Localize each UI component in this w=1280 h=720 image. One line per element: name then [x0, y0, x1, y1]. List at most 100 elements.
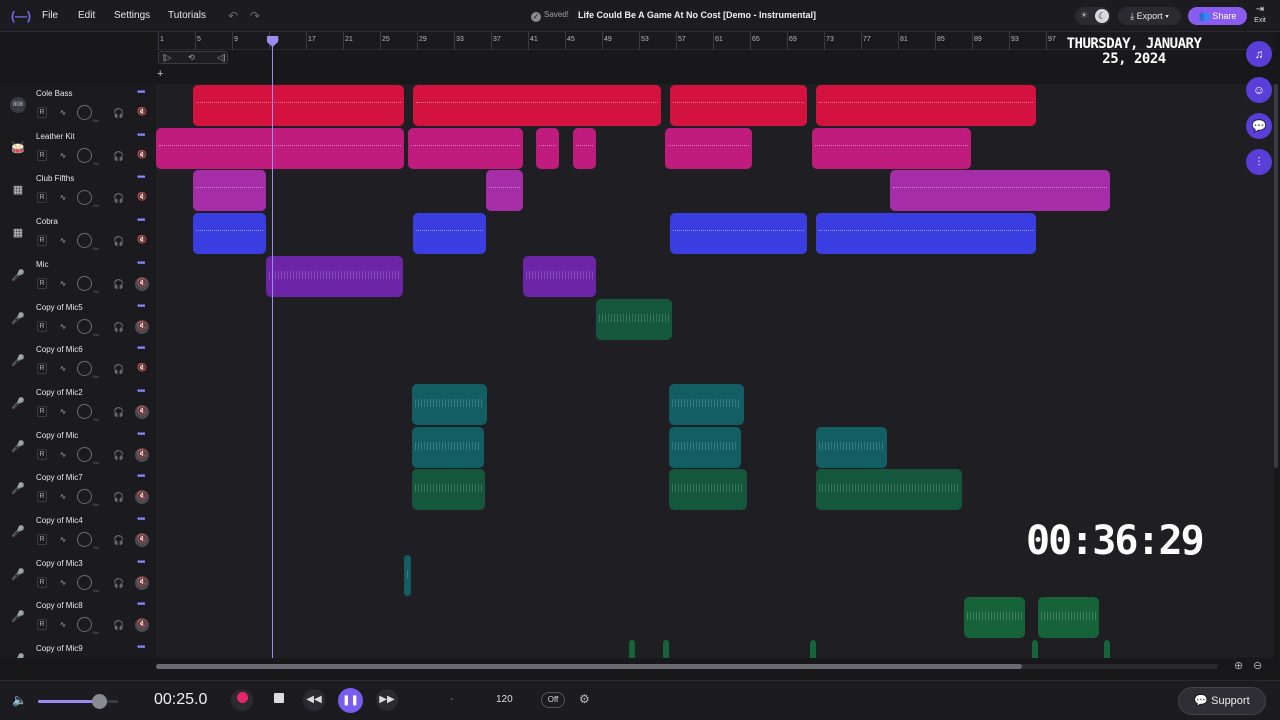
volume-knob[interactable]: [77, 147, 92, 163]
clip[interactable]: [536, 127, 559, 169]
mic-icon[interactable]: 🎤: [9, 396, 27, 412]
mute-icon[interactable]: 🔇: [135, 362, 149, 376]
volume-thumb[interactable]: [91, 694, 107, 709]
volume-knob[interactable]: [77, 617, 92, 633]
headphones-icon[interactable]: 🎧: [113, 534, 125, 546]
exit-button[interactable]: ⇥ Exit: [1251, 5, 1269, 27]
menu-edit[interactable]: Edit: [78, 10, 95, 21]
track-menu-icon[interactable]: •••: [137, 642, 145, 653]
clip[interactable]: [816, 469, 962, 511]
headphones-icon[interactable]: 🎧: [113, 278, 125, 290]
clip[interactable]: [413, 213, 486, 255]
headphones-icon[interactable]: 🎧: [113, 619, 125, 631]
clip[interactable]: [964, 597, 1025, 639]
clip[interactable]: [665, 127, 752, 169]
keyboard-icon[interactable]: ▦: [9, 182, 27, 198]
effects-icon[interactable]: ∿: [57, 449, 69, 461]
track-menu-icon[interactable]: •••: [137, 386, 145, 397]
clip[interactable]: [669, 426, 741, 468]
mic-icon[interactable]: 🎤: [9, 609, 27, 625]
mute-icon[interactable]: 🔇: [135, 490, 149, 505]
clip[interactable]: [573, 127, 596, 169]
track-menu-icon[interactable]: •••: [137, 215, 145, 226]
zoom-out-icon[interactable]: ⊖: [1253, 659, 1262, 672]
clip[interactable]: [629, 640, 635, 658]
stop-button[interactable]: [268, 689, 290, 711]
headphones-icon[interactable]: 🎧: [113, 406, 125, 418]
track-lane[interactable]: [156, 169, 1274, 213]
horizontal-scroll-thumb[interactable]: [156, 664, 1022, 669]
track-name[interactable]: Cobra: [36, 217, 58, 226]
record-arm-button[interactable]: R: [37, 619, 47, 631]
headphones-icon[interactable]: 🎧: [113, 150, 125, 162]
loop-start-icon[interactable]: [▷: [163, 52, 171, 64]
effects-icon[interactable]: ∿: [57, 619, 69, 631]
volume-knob[interactable]: [77, 574, 92, 590]
record-arm-button[interactable]: R: [37, 534, 47, 545]
bpm-display[interactable]: 120: [496, 694, 513, 705]
mic-icon[interactable]: 🎤: [9, 481, 27, 497]
track-menu-icon[interactable]: •••: [137, 514, 145, 525]
track-lane[interactable]: [156, 425, 1274, 469]
metronome-toggle[interactable]: Off: [541, 692, 565, 708]
track-name[interactable]: Club Fifths: [36, 174, 74, 183]
clip[interactable]: [1032, 640, 1038, 658]
clip[interactable]: [816, 426, 887, 468]
app-logo[interactable]: (—): [11, 9, 33, 23]
record-arm-button[interactable]: R: [37, 576, 47, 588]
clip[interactable]: [412, 469, 485, 511]
clip[interactable]: [670, 213, 807, 255]
mute-icon[interactable]: 🔇: [135, 149, 149, 163]
record-arm-button[interactable]: R: [37, 107, 47, 118]
track-name[interactable]: Copy of Mic: [36, 431, 78, 440]
effects-icon[interactable]: ∿: [57, 321, 69, 333]
track-lane[interactable]: [156, 596, 1274, 640]
effects-icon[interactable]: ∿: [57, 150, 69, 162]
track-menu-icon[interactable]: •••: [137, 557, 145, 568]
track-lane[interactable]: [156, 297, 1274, 341]
menu-file[interactable]: File: [42, 10, 58, 21]
record-arm-button[interactable]: R: [37, 448, 47, 460]
track-menu-icon[interactable]: •••: [137, 258, 145, 269]
track-header[interactable]: 🎤 Copy of Mic3 ••• R ∿ Vol 🎧 🔇: [0, 553, 156, 597]
track-header[interactable]: 🎤Copy of Mic9•••R∿Vol🎧🔇: [0, 639, 156, 658]
menu-settings[interactable]: Settings: [114, 10, 150, 21]
record-button[interactable]: [231, 689, 253, 711]
track-lane[interactable]: [156, 126, 1274, 170]
track-header[interactable]: 808 Cole Bass ••• R ∿ Vol 🎧 🔇: [0, 84, 156, 127]
track-header[interactable]: 🎤 Copy of Mic ••• R ∿ Vol 🎧 🔇: [0, 425, 156, 469]
headphones-icon[interactable]: 🎧: [113, 192, 125, 204]
clip[interactable]: [523, 255, 596, 297]
clip[interactable]: [156, 127, 404, 169]
track-name[interactable]: Cole Bass: [36, 89, 72, 98]
clip[interactable]: [596, 298, 672, 340]
track-header[interactable]: 🎤 Copy of Mic2 ••• R ∿ Vol 🎧 🔇: [0, 382, 156, 426]
share-button[interactable]: 👥 Share: [1188, 7, 1247, 25]
clip[interactable]: [669, 469, 747, 511]
headphones-icon[interactable]: 🎧: [113, 491, 125, 503]
track-name[interactable]: Copy of Mic8: [36, 601, 83, 610]
track-lane[interactable]: [156, 84, 1274, 127]
track-menu-icon[interactable]: •••: [137, 471, 145, 482]
record-arm-button[interactable]: R: [37, 363, 47, 375]
clip[interactable]: [1038, 597, 1099, 639]
track-menu-icon[interactable]: •••: [137, 87, 145, 98]
track-lane[interactable]: [156, 382, 1274, 426]
loop-icon[interactable]: ⟲: [188, 52, 195, 64]
keyboard-icon[interactable]: ▦: [9, 225, 27, 241]
volume-knob[interactable]: [77, 361, 92, 377]
clip[interactable]: [486, 170, 523, 212]
record-arm-button[interactable]: R: [37, 320, 47, 332]
track-name[interactable]: Copy of Mic9: [36, 644, 83, 653]
track-name[interactable]: Copy of Mic4: [36, 516, 83, 525]
clip[interactable]: [890, 170, 1110, 212]
volume-knob[interactable]: [77, 446, 92, 462]
clip[interactable]: [816, 85, 1036, 126]
effects-icon[interactable]: ∿: [57, 192, 69, 204]
export-button[interactable]: ⤓ Export ▾: [1118, 7, 1181, 25]
mic-icon[interactable]: 🎤: [9, 353, 27, 369]
effects-icon[interactable]: ∿: [57, 577, 69, 589]
headphones-icon[interactable]: 🎧: [113, 321, 125, 333]
clip[interactable]: [193, 213, 266, 255]
track-name[interactable]: Copy of Mic7: [36, 473, 83, 482]
